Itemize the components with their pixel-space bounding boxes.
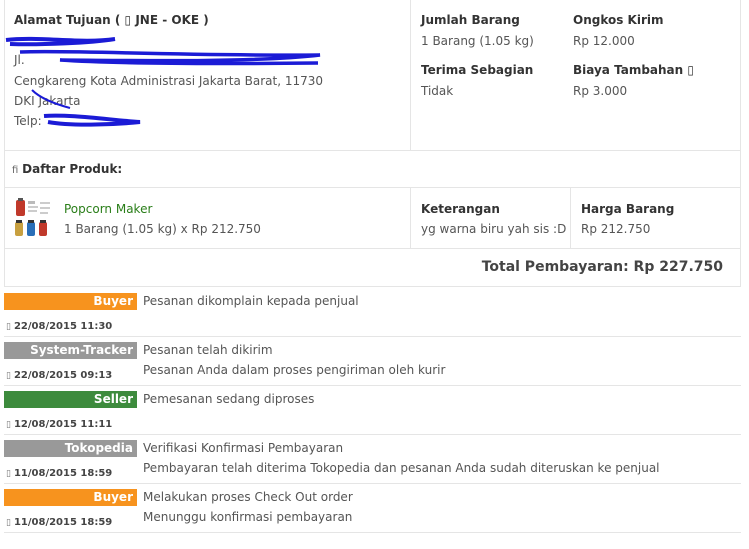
actor-badge: Buyer <box>4 489 137 506</box>
history-message: Menunggu konfirmasi pembayaran <box>143 510 353 524</box>
actor-badge: Tokopedia <box>4 440 137 457</box>
shipping-value: Rp 12.000 <box>573 34 635 48</box>
product-name-link[interactable]: Popcorn Maker <box>64 201 152 217</box>
history-message: Pesanan dikomplain kepada penjual <box>143 294 359 308</box>
divider <box>4 187 741 188</box>
clock-icon: ▯ <box>6 420 11 430</box>
divider <box>4 483 741 484</box>
address-heading: Alamat Tujuan ( ▯ JNE - OKE ) <box>14 13 209 27</box>
divider <box>4 385 741 386</box>
history-date: ▯ 22/08/2015 11:30 <box>6 320 112 334</box>
divider <box>4 434 741 435</box>
history-date: ▯ 12/08/2015 11:11 <box>6 418 112 432</box>
popcorn-maker-thumbnail[interactable] <box>14 198 54 238</box>
product-detail: 1 Barang (1.05 kg) x Rp 212.750 <box>64 222 261 236</box>
clock-icon: ▯ <box>6 371 11 381</box>
extra-fee-label[interactable]: Biaya Tambahan ▯ <box>573 62 694 78</box>
divider <box>410 0 411 150</box>
price-label: Harga Barang <box>581 202 675 216</box>
history-message: Pembayaran telah diterima Tokopedia dan … <box>143 461 660 475</box>
note-label: Keterangan <box>421 202 500 216</box>
partial-value: Tidak <box>421 84 454 98</box>
clock-icon: ▯ <box>6 518 11 528</box>
list-icon: fi <box>12 165 19 176</box>
history-date: ▯ 11/08/2015 18:59 <box>6 467 112 481</box>
history-date-value: 22/08/2015 09:13 <box>13 370 113 381</box>
actor-badge: Buyer <box>4 293 137 310</box>
history-message: Pesanan telah dikirim <box>143 343 273 357</box>
history-date: ▯ 22/08/2015 09:13 <box>6 369 112 383</box>
products-heading: fi Daftar Produk: <box>12 161 122 179</box>
partial-label: Terima Sebagian <box>421 63 534 77</box>
total-payment: Total Pembayaran: Rp 227.750 <box>481 259 723 275</box>
history-date-value: 22/08/2015 11:30 <box>13 321 113 332</box>
history-message: Verifikasi Konfirmasi Pembayaran <box>143 441 344 455</box>
divider <box>410 187 411 248</box>
history-date-value: 12/08/2015 11:11 <box>13 419 113 430</box>
divider <box>4 150 741 151</box>
clock-icon: ▯ <box>6 322 11 332</box>
actor-badge: System-Tracker <box>4 342 137 359</box>
redaction-scribble <box>5 36 321 127</box>
history-date-value: 11/08/2015 18:59 <box>13 517 113 528</box>
shipping-label: Ongkos Kirim <box>573 13 664 27</box>
divider <box>4 248 741 249</box>
divider <box>4 336 741 337</box>
qty-value: 1 Barang (1.05 kg) <box>421 34 534 48</box>
history-date: ▯ 11/08/2015 18:59 <box>6 516 112 530</box>
extra-fee-value: Rp 3.000 <box>573 84 628 98</box>
actor-badge: Seller <box>4 391 137 408</box>
note-value: yg warna biru yah sis :D <box>421 222 567 236</box>
price-value: Rp 212.750 <box>581 222 651 236</box>
products-heading-label: Daftar Produk: <box>22 162 123 176</box>
history-message: Pemesanan sedang diproses <box>143 392 315 406</box>
divider <box>570 187 571 248</box>
history-date-value: 11/08/2015 18:59 <box>13 468 113 479</box>
history-message: Melakukan proses Check Out order <box>143 490 353 504</box>
history-message: Pesanan Anda dalam proses pengiriman ole… <box>143 363 446 377</box>
clock-icon: ▯ <box>6 469 11 479</box>
qty-label: Jumlah Barang <box>421 13 520 27</box>
divider <box>4 532 741 533</box>
